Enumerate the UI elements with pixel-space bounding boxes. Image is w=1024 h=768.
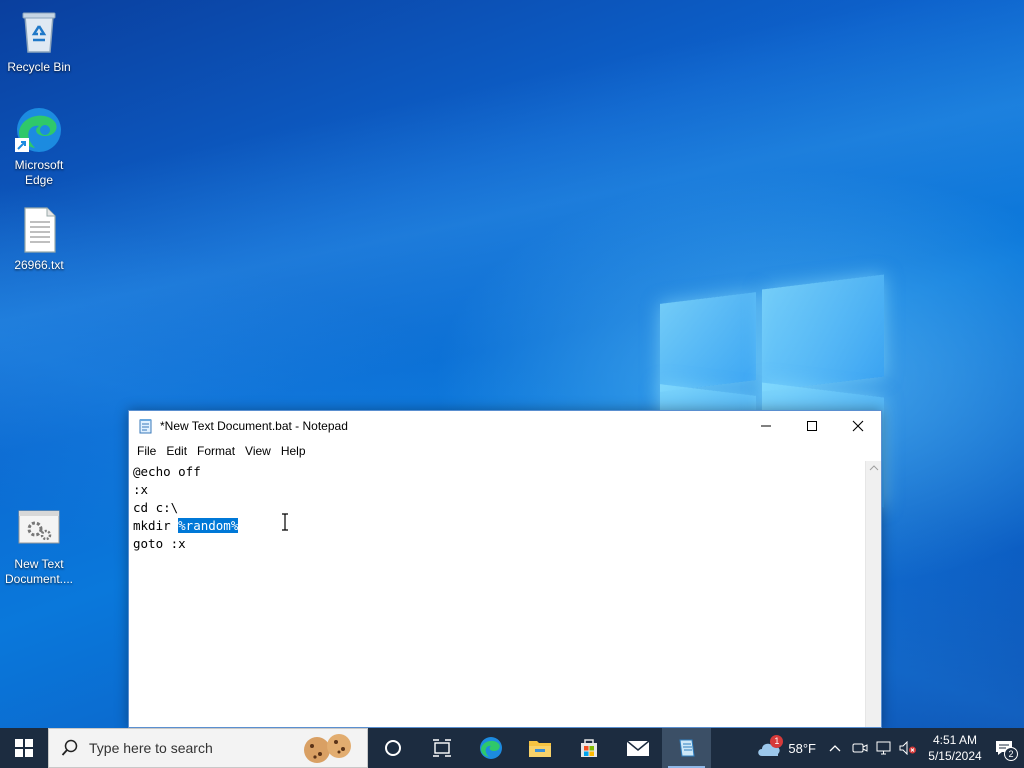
taskbar-file-explorer[interactable] (515, 728, 564, 768)
desktop-icon-26966-txt[interactable]: 26966.txt (1, 206, 77, 273)
weather-widget[interactable]: 1 58°F (756, 735, 816, 759)
text-line: goto :x (133, 536, 186, 551)
system-tray: 1 58°F 4:51 AM 5/15/2024 2 (756, 728, 1024, 768)
cortana-button[interactable] (368, 728, 417, 768)
weather-temperature: 58°F (788, 740, 816, 756)
desktop-icon-label: 26966.txt (14, 258, 64, 272)
text-cursor-icon (282, 513, 288, 531)
text-line: cd c:\ (133, 500, 179, 515)
windows-start-icon (15, 739, 33, 757)
cookies-icon (304, 734, 351, 763)
window-title: *New Text Document.bat - Notepad (160, 419, 348, 433)
text-line: :x (133, 482, 149, 497)
taskbar-search-box[interactable]: Type here to search (48, 728, 368, 768)
volume-button[interactable] (896, 741, 920, 755)
taskbar: Type here to search 1 58°F 4:51 AM 5/15/… (0, 728, 1024, 768)
start-button[interactable] (0, 728, 48, 768)
mail-icon (626, 740, 649, 756)
notepad-window: *New Text Document.bat - Notepad File Ed… (128, 410, 882, 728)
notification-count-badge: 2 (1004, 747, 1018, 761)
menu-format[interactable]: Format (192, 444, 240, 458)
close-icon (852, 420, 864, 432)
vertical-scrollbar[interactable] (865, 461, 881, 727)
taskbar-notepad[interactable] (662, 728, 711, 768)
edge-icon (479, 737, 502, 759)
menu-help[interactable]: Help (276, 444, 311, 458)
action-center-button[interactable]: 2 (984, 739, 1024, 761)
menu-view[interactable]: View (240, 444, 276, 458)
desktop-icon-label: Microsoft Edge (14, 158, 64, 187)
desktop-icon-label: New Text Document.... (4, 557, 74, 586)
text-line: @echo off (133, 464, 201, 479)
selected-text: %random% (178, 518, 239, 533)
taskbar-mail[interactable] (613, 728, 662, 768)
desktop-icon-new-text-document-bat[interactable]: New Text Document.... (1, 505, 77, 587)
text-line-prefix: mkdir (133, 518, 179, 533)
meet-now-icon (852, 743, 868, 753)
taskbar-edge[interactable] (466, 728, 515, 768)
minimize-icon (761, 425, 771, 427)
notepad-icon (678, 739, 695, 757)
taskbar-store[interactable] (564, 728, 613, 768)
chevron-up-icon (829, 745, 841, 752)
clock[interactable]: 4:51 AM 5/15/2024 (926, 732, 984, 764)
search-icon (61, 739, 78, 756)
search-placeholder: Type here to search (89, 740, 213, 756)
show-hidden-icons-button[interactable] (822, 744, 848, 752)
menu-file[interactable]: File (132, 444, 161, 458)
text-editor[interactable]: @echo off :x cd c:\ mkdir %random% goto … (129, 461, 865, 727)
batch-file-icon (15, 505, 63, 553)
notepad-icon (138, 418, 154, 434)
close-button[interactable] (835, 411, 881, 441)
folder-icon (528, 741, 551, 757)
maximize-icon (807, 421, 817, 431)
recycle-bin-icon (15, 8, 63, 56)
network-button[interactable] (872, 741, 896, 755)
network-icon (876, 741, 891, 755)
task-view-button[interactable] (417, 728, 466, 768)
menu-bar: File Edit Format View Help (129, 441, 881, 461)
desktop-icon-label: Recycle Bin (7, 60, 71, 74)
cortana-icon (384, 740, 401, 756)
desktop-icon-recycle-bin[interactable]: Recycle Bin (1, 8, 77, 75)
clock-time: 4:51 AM (932, 733, 978, 747)
scroll-up-icon[interactable] (866, 461, 882, 475)
maximize-button[interactable] (789, 411, 835, 441)
edge-icon (15, 106, 63, 154)
menu-edit[interactable]: Edit (161, 444, 192, 458)
notepad-titlebar[interactable]: *New Text Document.bat - Notepad (129, 411, 881, 441)
minimize-button[interactable] (743, 411, 789, 441)
text-file-icon (15, 206, 63, 254)
clock-date: 5/15/2024 (928, 749, 982, 763)
text-line: mkdir %random% (133, 517, 861, 535)
meet-now-button[interactable] (848, 741, 872, 755)
store-icon (580, 739, 597, 757)
task-view-icon (432, 739, 451, 757)
desktop-icon-edge[interactable]: Microsoft Edge (1, 106, 77, 188)
volume-muted-icon (899, 741, 916, 755)
